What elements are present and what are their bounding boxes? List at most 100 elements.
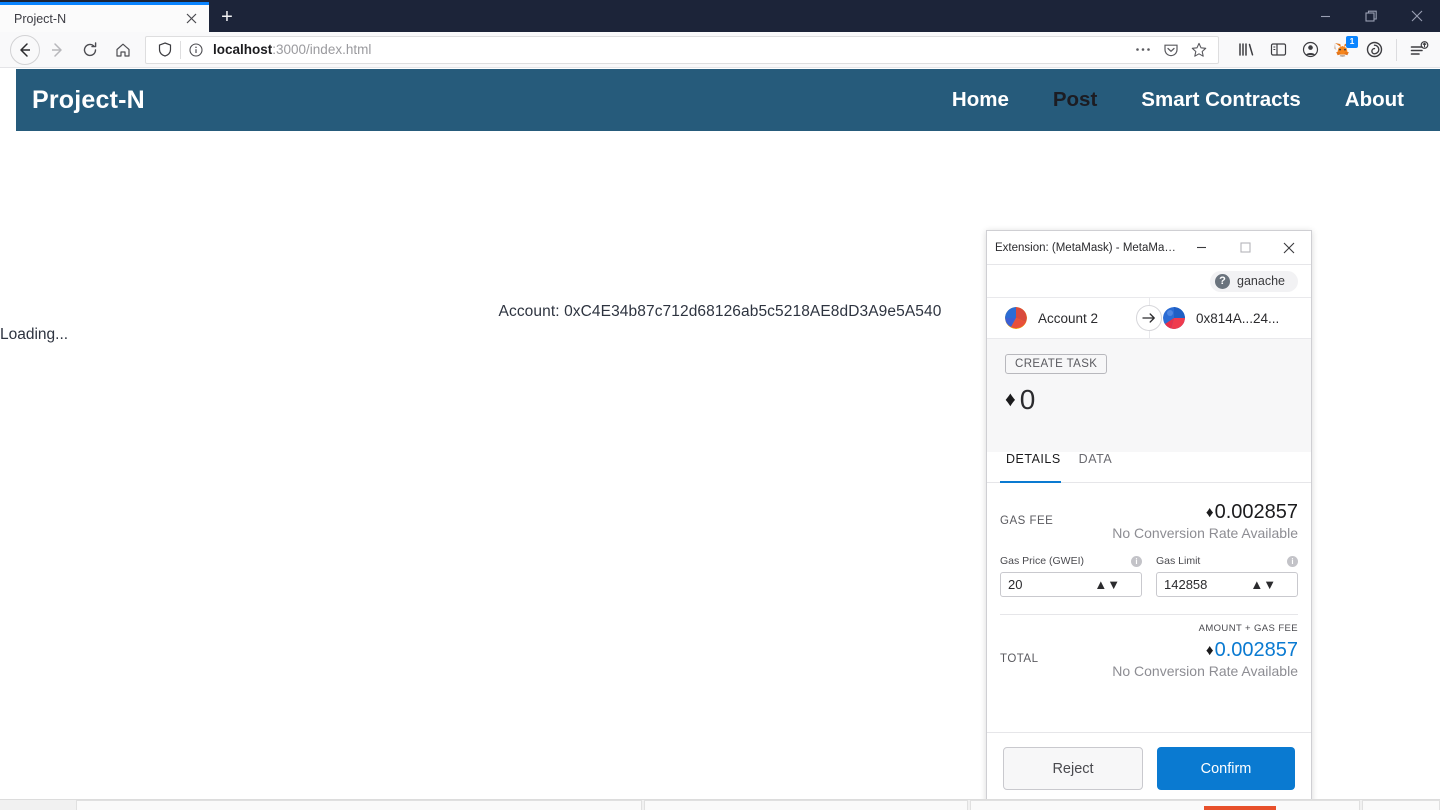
url-bar[interactable]: localhost:3000/index.html [145,36,1219,64]
total-row: TOTAL ♦ 0.002857 No Conversion Rate Avai… [1000,639,1298,679]
metamask-details-panel: GAS FEE ♦ 0.002857 No Conversion Rate Av… [987,483,1311,732]
browser-extension-icons: 1 [1227,35,1434,65]
total-values: ♦ 0.002857 No Conversion Rate Available [1112,639,1298,679]
gas-limit-label-row: Gas Limit i [1156,555,1298,567]
extension-badge-count: 1 [1346,36,1358,48]
gas-fee-amount: ♦ 0.002857 [1112,501,1298,524]
tab-strip: Project-N + [0,0,1302,32]
identicon-avatar [1163,307,1185,329]
tracking-protection-shield-icon[interactable] [152,42,178,57]
ethereum-diamond-icon: ♦ [1206,642,1214,659]
tab-title: Project-N [14,12,181,26]
taskbar-item[interactable] [76,800,642,810]
gas-price-input[interactable]: 20 ▲▼ [1000,572,1142,597]
window-controls [1302,0,1440,32]
site-nav-links: Home Post Smart Contracts About [952,88,1440,112]
close-icon[interactable] [1394,0,1440,32]
gas-price-stepper[interactable]: ▲▼ [1070,582,1142,588]
forward-arrow-icon[interactable] [40,35,73,65]
metamask-network-row: ? ganache [987,265,1311,298]
library-icon[interactable] [1231,35,1261,65]
gas-fee-value: 0.002857 [1215,501,1298,524]
close-icon[interactable] [181,9,201,29]
ellipsis-icon[interactable] [1130,38,1156,62]
url-host: localhost [213,42,272,57]
bookmark-star-icon[interactable] [1186,38,1212,62]
url-actions [1130,38,1212,62]
new-tab-button[interactable]: + [209,2,245,32]
close-icon[interactable] [1267,231,1311,264]
gas-limit-input[interactable]: 142858 ▲▼ [1156,572,1298,597]
browser-tab[interactable]: Project-N [0,2,209,32]
minimize-icon[interactable] [1302,0,1348,32]
info-icon[interactable]: i [1287,556,1298,567]
total-value: 0.002857 [1215,639,1298,662]
minimize-icon[interactable] [1179,231,1223,264]
gas-limit-value: 142858 [1157,577,1226,592]
site-brand[interactable]: Project-N [32,86,145,115]
gas-limit-stepper[interactable]: ▲▼ [1226,582,1298,588]
url-path: :3000/index.html [272,42,371,57]
nav-link-about[interactable]: About [1345,88,1404,112]
total-amount: ♦ 0.002857 [1112,639,1298,662]
ethereum-diamond-icon: ♦ [1206,504,1214,521]
app-menu-icon[interactable] [1404,35,1434,65]
method-chip: CREATE TASK [1005,354,1107,374]
gas-fee-conversion: No Conversion Rate Available [1112,525,1298,541]
confirm-button[interactable]: Confirm [1157,747,1295,790]
network-selector[interactable]: ? ganache [1210,271,1298,292]
loading-text: Loading... [0,326,68,344]
sender-account[interactable]: Account 2 [987,307,1149,329]
recipient-account[interactable]: 0x814A...24... [1149,307,1311,329]
transaction-amount-value: 0 [1020,384,1036,416]
account-icon[interactable] [1295,35,1325,65]
gas-limit-field: Gas Limit i 142858 ▲▼ [1156,555,1298,597]
os-taskbar [0,799,1440,810]
page-content: Project-N Home Post Smart Contracts Abou… [0,69,1440,810]
gas-controls: Gas Price (GWEI) i 20 ▲▼ Gas Limit i [1000,555,1298,597]
gas-price-label: Gas Price (GWEI) [1000,555,1084,567]
maximize-icon[interactable] [1223,231,1267,264]
browser-toolbar: localhost:3000/index.html [0,32,1440,68]
url-text[interactable]: localhost:3000/index.html [209,42,1130,57]
sidebar-icon[interactable] [1263,35,1293,65]
transaction-amount: ♦ 0 [1005,384,1311,416]
metamask-window-title: Extension: (MetaMask) - MetaMask ... [995,242,1179,254]
maximize-icon[interactable] [1348,0,1394,32]
nav-link-home[interactable]: Home [952,88,1009,112]
arrow-right-icon [1136,305,1162,331]
taskbar-item[interactable] [644,800,968,810]
ethereum-diamond-icon: ♦ [1005,388,1016,412]
nav-link-post[interactable]: Post [1053,88,1097,112]
metamask-tabs: DETAILS DATA [987,452,1311,483]
network-name: ganache [1237,274,1285,288]
total-label: TOTAL [1000,653,1039,665]
recipient-account-label: 0x814A...24... [1196,311,1279,326]
home-icon[interactable] [106,35,139,65]
metamask-fox-icon[interactable]: 1 [1327,35,1357,65]
browser-titlebar: Project-N + [0,0,1440,32]
info-icon[interactable]: i [1131,556,1142,567]
gas-price-field: Gas Price (GWEI) i 20 ▲▼ [1000,555,1142,597]
pocket-save-icon[interactable] [1158,38,1184,62]
total-section: AMOUNT + GAS FEE TOTAL ♦ 0.002857 No Con… [1000,615,1298,679]
site-info-icon[interactable] [183,43,209,57]
reject-button[interactable]: Reject [1003,747,1143,790]
pocket-icon[interactable] [1359,35,1389,65]
reload-icon[interactable] [73,35,106,65]
taskbar-item[interactable] [970,800,1360,810]
tab-details[interactable]: DETAILS [1000,452,1073,482]
metamask-footer: Reject Confirm [987,732,1311,808]
metamask-titlebar: Extension: (MetaMask) - MetaMask ... [987,231,1311,265]
back-arrow-icon[interactable] [10,35,40,65]
metamask-transaction-hero: CREATE TASK ♦ 0 [987,339,1311,452]
gas-price-value: 20 [1001,577,1070,592]
taskbar-item[interactable] [1362,800,1440,810]
nav-link-smart-contracts[interactable]: Smart Contracts [1141,88,1301,112]
sender-account-label: Account 2 [1038,311,1098,326]
tab-data[interactable]: DATA [1073,452,1124,482]
metamask-confirm-popup: Extension: (MetaMask) - MetaMask ... ? g… [986,230,1312,809]
amount-plus-gas-caption: AMOUNT + GAS FEE [1000,623,1298,634]
gas-fee-row: GAS FEE ♦ 0.002857 No Conversion Rate Av… [1000,483,1298,541]
site-navbar: Project-N Home Post Smart Contracts Abou… [16,69,1440,131]
